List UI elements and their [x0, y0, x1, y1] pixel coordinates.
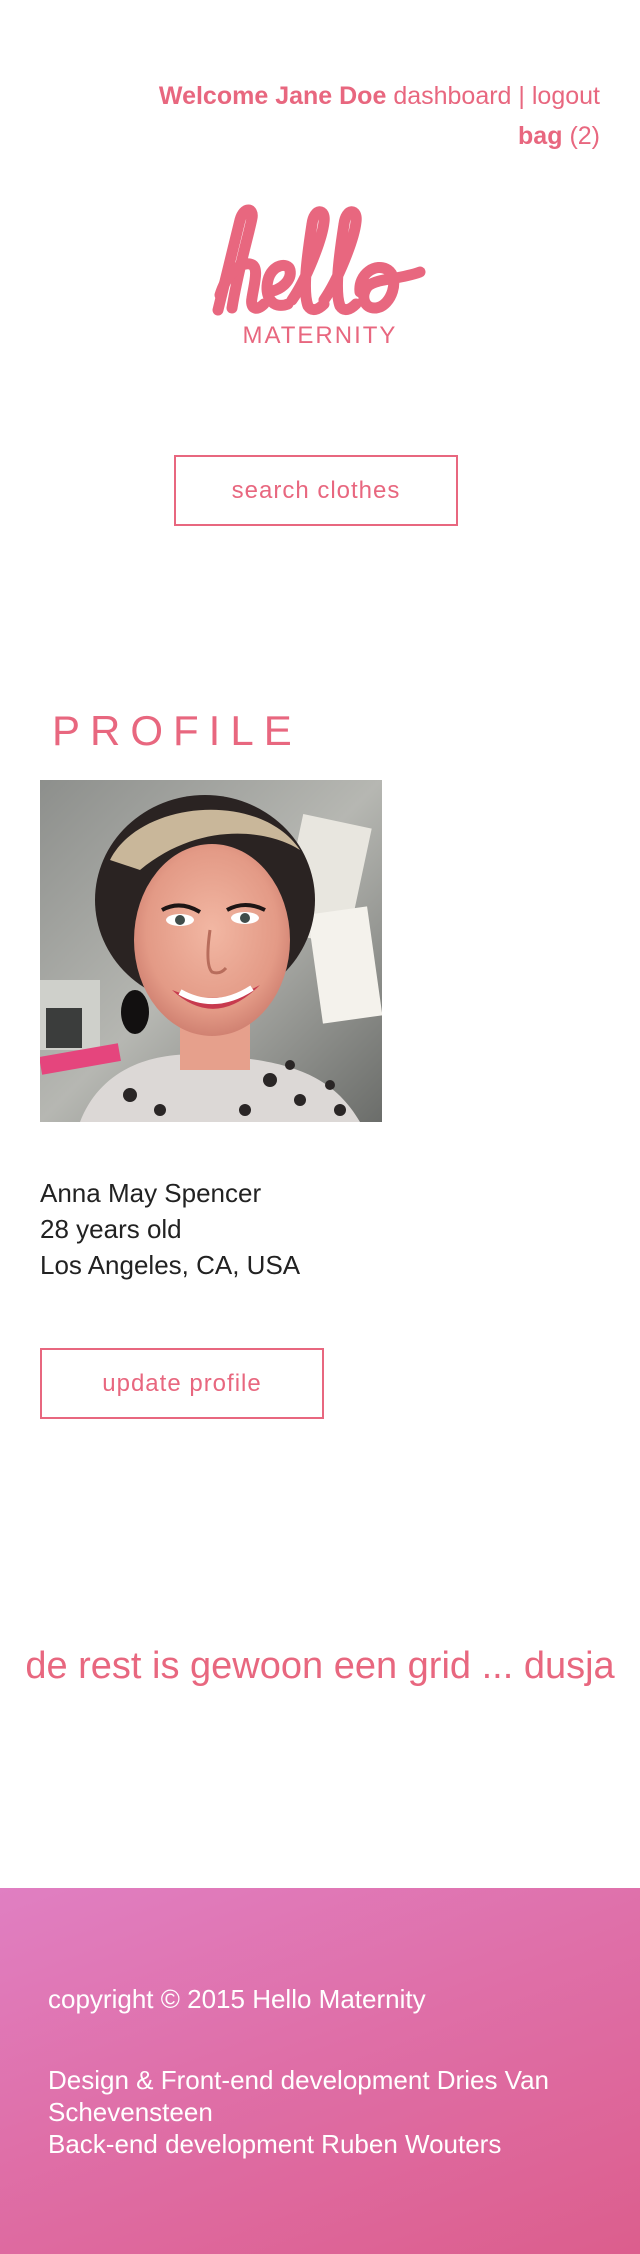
profile-name: Anna May Spencer [40, 1178, 262, 1208]
dashboard-link[interactable]: dashboard [393, 82, 511, 110]
backend-credit: Back-end development Ruben Wouters [48, 2129, 502, 2159]
profile-age: 28 years old [40, 1214, 182, 1244]
profile-photo [40, 780, 382, 1122]
bag-line[interactable]: bag (2) [159, 116, 600, 156]
logout-link[interactable]: logout [532, 82, 600, 110]
welcome-prefix: Welcome [158, 82, 269, 110]
hello-script-logo [212, 204, 426, 316]
design-credit: Design & Front-end development Dries Van… [48, 2065, 549, 2127]
logo-subtitle: MATERNITY [242, 322, 398, 349]
top-nav: Welcome Jane Doe dashboard | logout bag … [159, 76, 600, 156]
placeholder-text: de rest is gewoon een grid ... dusja [25, 1645, 615, 1687]
profile-title: PROFILE [52, 706, 302, 754]
footer: copyright © 2015 Hello Maternity Design … [0, 1888, 640, 2254]
bag-count: (2) [569, 122, 600, 150]
profile-info: Anna May Spencer 28 years old Los Angele… [40, 1175, 300, 1283]
nav-separator: | [518, 82, 525, 110]
copyright-prefix: copyright © 2015 [48, 1984, 245, 2014]
footer-brand: Hello Maternity [252, 1984, 426, 2014]
bag-label[interactable]: bag [518, 122, 562, 150]
copyright-line: copyright © 2015 Hello Maternity [48, 1984, 426, 2015]
search-clothes-button[interactable]: search clothes [174, 455, 458, 526]
welcome-line: Welcome Jane Doe dashboard | logout [159, 76, 600, 116]
user-name: Jane Doe [275, 82, 387, 110]
update-profile-button[interactable]: update profile [40, 1348, 324, 1419]
hello-maternity-logo[interactable]: MATERNITY [210, 200, 430, 360]
profile-location: Los Angeles, CA, USA [40, 1250, 301, 1280]
credits: Design & Front-end development Dries Van… [48, 2064, 608, 2160]
